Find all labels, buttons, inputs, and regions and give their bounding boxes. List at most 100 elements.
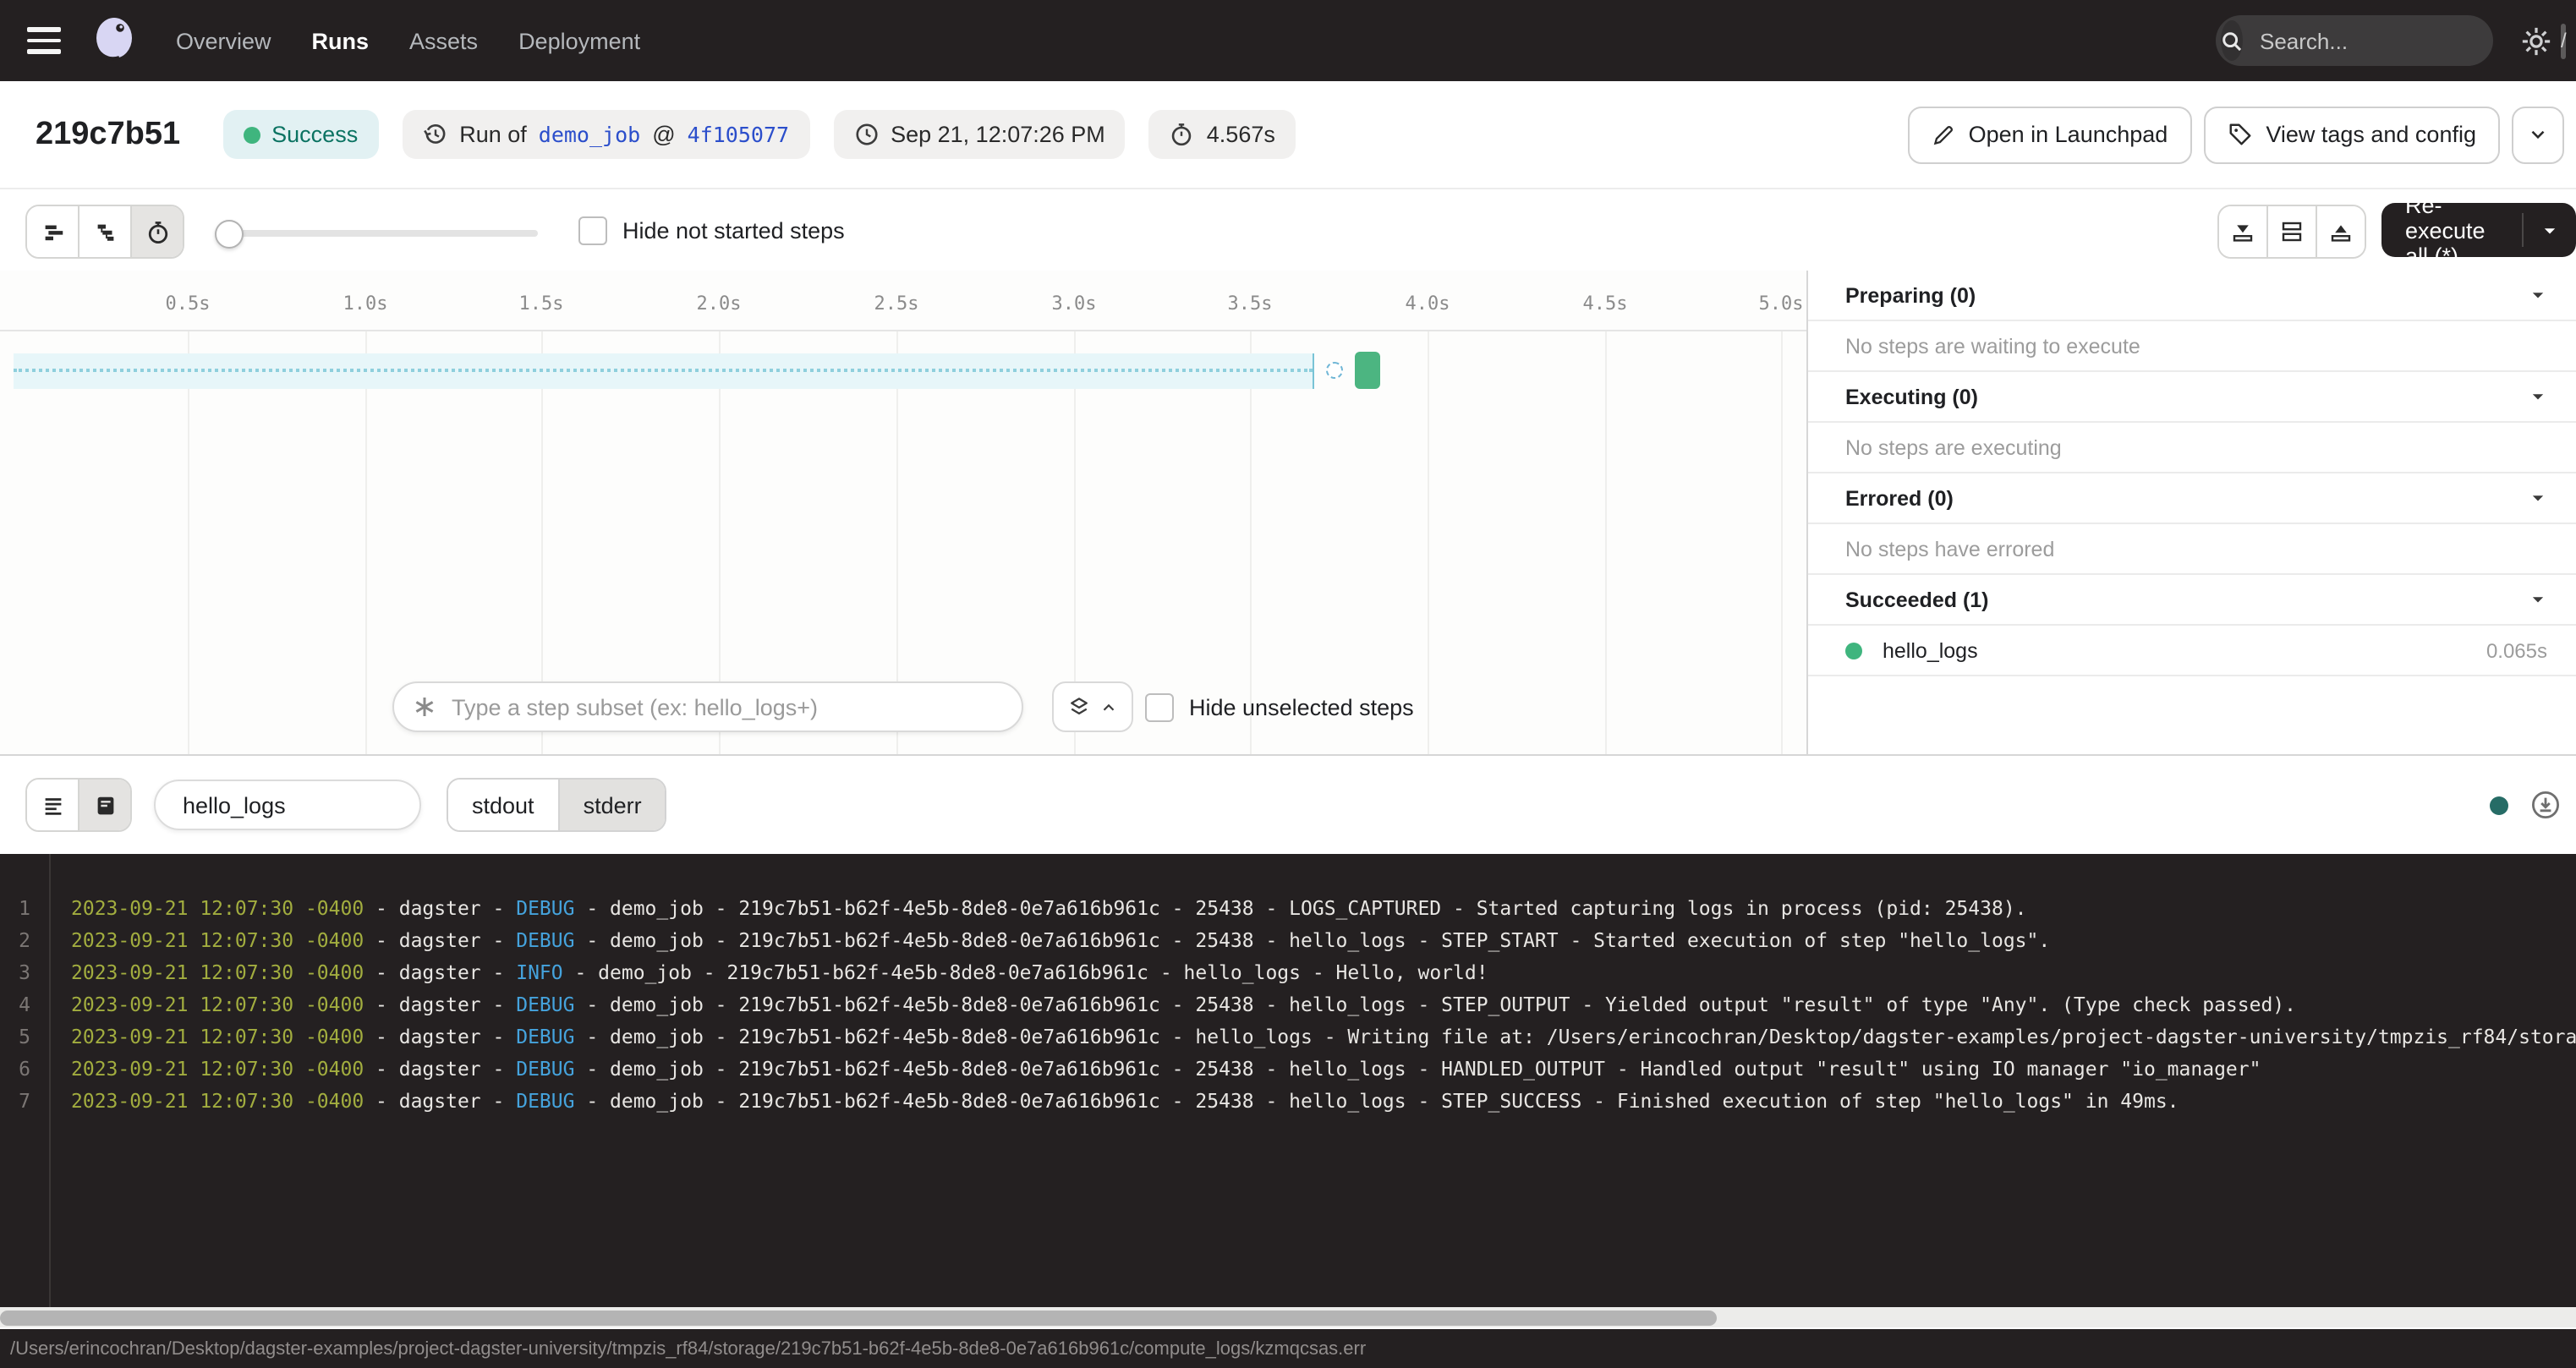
- chevron-down-icon[interactable]: [2529, 387, 2547, 406]
- flat-view-button[interactable]: [27, 206, 78, 257]
- chevron-down-icon[interactable]: [2529, 489, 2547, 507]
- waterfall-icon: [92, 219, 118, 244]
- horizontal-scrollbar[interactable]: [0, 1307, 2576, 1329]
- status-bar: /Users/erincochran/Desktop/dagster-examp…: [0, 1329, 2576, 1368]
- section-header-executing[interactable]: Executing (0): [1808, 372, 2576, 423]
- open-in-launchpad-button[interactable]: Open in Launchpad: [1908, 106, 2192, 163]
- gantt-toolbar: Hide not started steps: [0, 188, 2576, 272]
- pencil-icon: [1932, 123, 1955, 146]
- axis-tick: 3.5s: [1228, 293, 1273, 315]
- chevron-down-icon: [2527, 123, 2549, 145]
- log-step-filter-field[interactable]: [179, 791, 389, 819]
- chevron-down-icon[interactable]: [2529, 286, 2547, 304]
- log-view-mode-group: [25, 778, 132, 832]
- log-line: 5 2023-09-21 12:07:30 -0400 - dagster - …: [0, 1020, 2576, 1052]
- tag-icon: [2227, 122, 2252, 147]
- dagster-run-page: Overview Runs Assets Deployment / 219c7: [0, 0, 2576, 1368]
- axis-line: [0, 330, 1806, 331]
- section-header-preparing[interactable]: Preparing (0): [1808, 271, 2576, 321]
- zoom-slider[interactable]: [215, 230, 538, 237]
- step-subset-field[interactable]: [448, 692, 1022, 721]
- axis-tick: 3.0s: [1052, 293, 1097, 315]
- horizontal-scrollbar-thumb[interactable]: [0, 1310, 1717, 1325]
- stopwatch-icon: [1170, 122, 1195, 147]
- stopwatch-icon: [145, 219, 170, 244]
- reexecute-dropdown-caret[interactable]: [2524, 221, 2576, 239]
- collapse-down-icon: [2229, 218, 2256, 245]
- run-id: 219c7b51: [36, 116, 180, 153]
- log-step-filter[interactable]: [154, 780, 421, 830]
- hide-not-started-checkbox[interactable]: [578, 216, 607, 245]
- job-link[interactable]: demo_job: [539, 122, 640, 147]
- tab-stderr[interactable]: stderr: [558, 780, 666, 830]
- raw-log-view-button[interactable]: [78, 780, 130, 830]
- split-panels-button[interactable]: [2266, 206, 2316, 257]
- empty-state-executing: No steps are executing: [1808, 423, 2576, 473]
- run-header: 219c7b51 Success Run of demo_job @ 4f105…: [0, 81, 2576, 188]
- nav-item-assets[interactable]: Assets: [409, 28, 478, 53]
- section-header-succeeded[interactable]: Succeeded (1): [1808, 575, 2576, 626]
- run-actions-dropdown-button[interactable]: [2512, 106, 2564, 163]
- graph-query-toggle-button[interactable]: [1052, 681, 1133, 732]
- chevron-down-icon[interactable]: [2529, 590, 2547, 609]
- succeeded-step-row[interactable]: hello_logs 0.065s: [1808, 626, 2576, 676]
- flat-list-icon: [40, 219, 65, 244]
- hide-unselected-checkbox[interactable]: [1145, 693, 1174, 722]
- view-tags-config-button[interactable]: View tags and config: [2203, 106, 2500, 163]
- structured-log-view-button[interactable]: [27, 780, 78, 830]
- stdout-stderr-tabs: stdout stderr: [447, 778, 667, 832]
- axis-tick: 2.0s: [697, 293, 742, 315]
- caret-up-icon: [1099, 698, 1118, 716]
- step-subset-input[interactable]: [392, 681, 1023, 732]
- search-icon: [2221, 20, 2243, 61]
- section-header-errored[interactable]: Errored (0): [1808, 473, 2576, 524]
- log-status-dot: [2490, 796, 2508, 814]
- log-line: 3 2023-09-21 12:07:30 -0400 - dagster - …: [0, 955, 2576, 988]
- success-dot-icon: [243, 126, 260, 143]
- log-file-path: /Users/erincochran/Desktop/dagster-examp…: [10, 1338, 1366, 1359]
- raw-log-icon: [92, 792, 118, 818]
- search-input[interactable]: /: [2216, 15, 2493, 66]
- hide-unselected-label: Hide unselected steps: [1189, 695, 1414, 720]
- axis-tick: 4.5s: [1583, 293, 1628, 315]
- log-line: 4 2023-09-21 12:07:30 -0400 - dagster - …: [0, 988, 2576, 1020]
- commit-link[interactable]: 4f105077: [688, 122, 789, 147]
- layers-icon: [1067, 695, 1091, 719]
- reexecute-all-button[interactable]: Re-execute all (*): [2381, 203, 2576, 257]
- empty-state-preparing: No steps are waiting to execute: [1808, 321, 2576, 372]
- step-waiting-dotted-line: [14, 369, 1313, 372]
- collapse-bottom-button[interactable]: [2219, 206, 2266, 257]
- step-bar-hello-logs[interactable]: [1355, 352, 1380, 389]
- zoom-slider-handle[interactable]: [215, 220, 244, 249]
- download-icon[interactable]: [2530, 790, 2561, 820]
- nav-links: Overview Runs Assets Deployment: [176, 28, 640, 53]
- axis-tick: 1.5s: [519, 293, 564, 315]
- dagster-logo-icon[interactable]: [88, 15, 139, 66]
- search-shortcut-key: /: [2561, 23, 2567, 58]
- split-panels-icon: [2278, 218, 2305, 245]
- gear-icon[interactable]: [2520, 25, 2552, 57]
- clock-icon: [853, 122, 879, 147]
- log-line: 7 2023-09-21 12:07:30 -0400 - dagster - …: [0, 1084, 2576, 1116]
- log-toolbar: stdout stderr: [0, 756, 2576, 854]
- expand-top-button[interactable]: [2316, 206, 2365, 257]
- nav-item-deployment[interactable]: Deployment: [518, 28, 640, 53]
- nav-item-overview[interactable]: Overview: [176, 28, 271, 53]
- step-subset-icon: [413, 695, 436, 719]
- search-field[interactable]: [2256, 26, 2561, 55]
- run-of-badge: Run of demo_job @ 4f105077: [402, 110, 809, 159]
- axis-tick: 4.0s: [1406, 293, 1450, 315]
- axis-tick: 1.0s: [343, 293, 388, 315]
- tab-stdout[interactable]: stdout: [448, 780, 558, 830]
- waterfall-view-button[interactable]: [78, 206, 130, 257]
- gantt-chart: 0.5s 1.0s 1.5s 2.0s 2.5s 3.0s 3.5s 4.0s …: [0, 271, 1806, 754]
- hamburger-menu-icon[interactable]: [27, 27, 61, 54]
- hide-not-started-label: Hide not started steps: [622, 218, 845, 244]
- timing-view-button[interactable]: [130, 206, 183, 257]
- log-line: 1 2023-09-21 12:07:30 -0400 - dagster - …: [0, 891, 2576, 923]
- panel-layout-group: [2217, 205, 2366, 259]
- list-icon: [40, 792, 65, 818]
- nav-item-runs[interactable]: Runs: [312, 28, 370, 53]
- success-dot-icon: [1845, 642, 1862, 659]
- log-content[interactable]: 1 2023-09-21 12:07:30 -0400 - dagster - …: [0, 854, 2576, 1307]
